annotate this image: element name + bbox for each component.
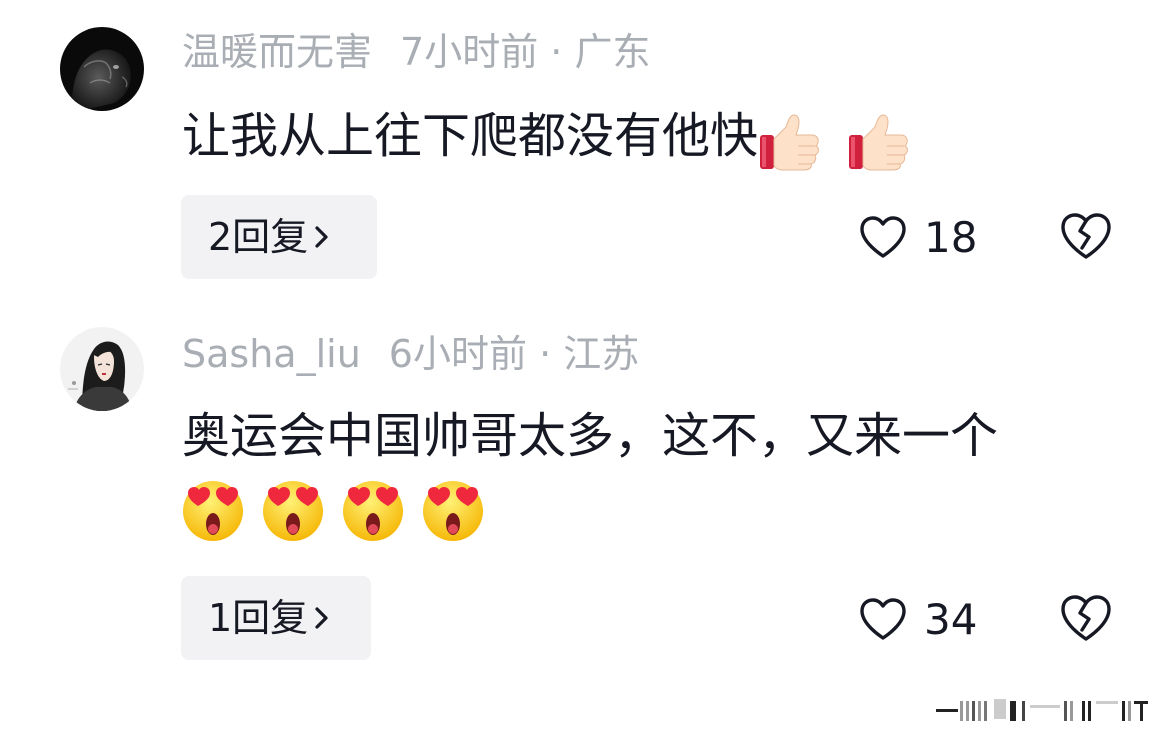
meta-separator: · xyxy=(539,332,552,376)
reply-count-label: 1回复 xyxy=(208,596,309,640)
watermark-logo-icon xyxy=(936,699,1148,721)
like-button[interactable]: 34 xyxy=(858,589,977,649)
emoji-group xyxy=(758,106,921,173)
heart-outline-icon xyxy=(860,216,906,258)
heart-eyes-face-icon xyxy=(423,481,484,541)
like-button[interactable]: 18 xyxy=(858,207,977,267)
comment-time: 7小时前 xyxy=(400,30,539,74)
username[interactable]: 温暖而无害 xyxy=(182,30,372,74)
broken-heart-icon[interactable] xyxy=(1058,210,1114,262)
chevron-right-icon xyxy=(315,225,328,248)
heart-eyes-face-icon xyxy=(263,481,324,541)
reply-count-label: 2回复 xyxy=(208,215,309,259)
comment-item: 温暖而无害 7小时前 · 广东 让我从上往下爬都没有他快 2回复 18 xyxy=(0,0,1170,300)
comment-meta: 温暖而无害 7小时前 · 广东 xyxy=(182,30,651,74)
emoji-group xyxy=(180,476,495,548)
lion-avatar-icon xyxy=(60,27,144,111)
avatar[interactable] xyxy=(60,27,144,111)
girl-avatar-icon xyxy=(60,327,144,411)
comment-item: Sasha_liu 6小时前 · 江苏 奥运会中国帅哥太多，这不，又来一个 1回… xyxy=(0,310,1170,690)
comment-list: 温暖而无害 7小时前 · 广东 让我从上往下爬都没有他快 2回复 18 Sash… xyxy=(0,0,1170,743)
heart-eyes-face-icon xyxy=(343,481,404,541)
comment-text-line: 奥运会中国帅哥太多，这不，又来一个 xyxy=(182,404,998,468)
comment-meta: Sasha_liu 6小时前 · 江苏 xyxy=(182,332,639,376)
like-count: 34 xyxy=(924,594,978,644)
comment-location: 广东 xyxy=(574,30,651,74)
avatar[interactable] xyxy=(60,327,144,411)
comment-time: 6小时前 xyxy=(388,332,527,376)
thumbs-up-icon xyxy=(760,113,819,170)
view-replies-button[interactable]: 2回复 xyxy=(181,195,377,279)
comment-text: 让我从上往下爬都没有他快 xyxy=(182,108,759,164)
heart-eyes-face-icon xyxy=(183,481,243,541)
comment-text-line: 让我从上往下爬都没有他快 xyxy=(182,104,921,173)
chevron-right-icon xyxy=(315,606,328,629)
comment-location: 江苏 xyxy=(563,332,640,376)
broken-heart-icon[interactable] xyxy=(1058,592,1114,644)
heart-outline-icon xyxy=(860,598,906,640)
like-count: 18 xyxy=(924,212,978,262)
meta-separator: · xyxy=(550,30,563,74)
comment-text: 奥运会中国帅哥太多，这不，又来一个 xyxy=(182,408,999,464)
thumbs-up-icon xyxy=(849,113,909,170)
username[interactable]: Sasha_liu xyxy=(182,332,361,376)
view-replies-button[interactable]: 1回复 xyxy=(181,576,371,660)
